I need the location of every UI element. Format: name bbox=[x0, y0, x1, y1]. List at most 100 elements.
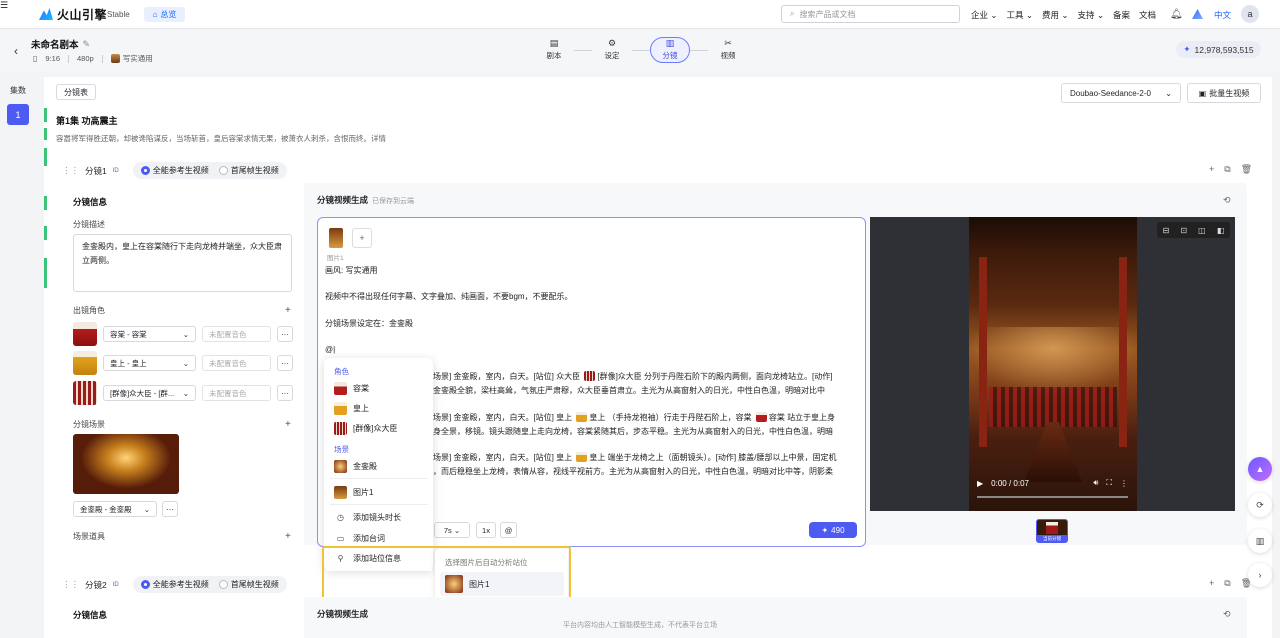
episode-progress-bar bbox=[44, 258, 47, 288]
refresh-icon[interactable]: ⟳ bbox=[1248, 493, 1272, 517]
image-icon[interactable]: ⊡ bbox=[1180, 226, 1187, 235]
voice-select[interactable]: 未配置音色 bbox=[202, 385, 271, 401]
storyboard-table-button[interactable]: 分镜表 bbox=[56, 84, 96, 100]
episode-progress-bar bbox=[44, 196, 47, 210]
add-reference-button[interactable]: + bbox=[352, 228, 372, 248]
language-switch[interactable]: 中文 bbox=[1214, 9, 1231, 21]
shot-desc-input[interactable]: 金銮殿内，皇上在容棠随行下走向龙椅并端坐，众大臣肃立两侧。 bbox=[73, 234, 292, 292]
edit-icon[interactable]: ✎ bbox=[83, 39, 91, 50]
play-icon[interactable]: ▶ bbox=[977, 479, 983, 488]
more-icon[interactable]: ··· bbox=[277, 355, 293, 371]
more-icon[interactable]: ··· bbox=[162, 501, 178, 517]
voice-select[interactable]: 未配置音色 bbox=[202, 326, 271, 342]
role-chip[interactable]: 皇上 bbox=[589, 453, 605, 462]
search-input[interactable]: ⌕ 搜索产品或文档 bbox=[781, 5, 960, 23]
prompt-line: ，而后稳稳坐上龙椅，表情从容，视线平视前方。主光为从高窗射入的日光，中性白色温，… bbox=[433, 467, 833, 476]
model-select[interactable]: Doubao-Seedance-2-0 ⌄ bbox=[1061, 83, 1181, 103]
fullscreen-icon[interactable]: ⛶ bbox=[1106, 478, 1112, 488]
crop-icon[interactable]: ◫ bbox=[1198, 226, 1206, 235]
role-row: 皇上 - 皇上 ⌄ 未配置音色 ··· bbox=[73, 351, 293, 375]
episode-description[interactable]: 容嚣将军得胜还朝，却被谗陷谋反，当场斩首，皇后容棠求情无果，被萧衣人刺杀，含恨而… bbox=[56, 133, 386, 144]
role-select[interactable]: 容棠 - 容棠 ⌄ bbox=[103, 326, 196, 342]
more-icon[interactable]: ··· bbox=[277, 385, 293, 401]
shot-1-header: ⋮⋮ 分镜1 ID 全能参考生视频 首尾帧生视频 bbox=[62, 162, 287, 179]
role-chip[interactable]: 皇上 bbox=[589, 413, 605, 422]
more-vertical-icon[interactable]: ⋮ bbox=[1120, 479, 1128, 488]
dropdown-item-role[interactable]: 容棠 bbox=[334, 378, 369, 398]
frame-icon[interactable]: ⊟ bbox=[1163, 226, 1170, 235]
dropdown-action-duration[interactable]: ◷ 添加镜头时长 bbox=[334, 507, 401, 527]
dropdown-action-dialogue[interactable]: ▭ 添加台词 bbox=[334, 528, 385, 548]
step-storyboard[interactable]: ▥ 分镜 bbox=[650, 37, 690, 63]
nav-tools[interactable]: 工具 ⌄ bbox=[1006, 9, 1032, 21]
storyboard-icon: ▥ bbox=[665, 38, 675, 48]
dropdown-item-image[interactable]: 图片1 bbox=[334, 482, 373, 502]
book-icon[interactable]: ▥ bbox=[1248, 529, 1272, 553]
id-tag[interactable]: ID bbox=[113, 582, 119, 588]
voice-select[interactable]: 未配置音色 bbox=[202, 355, 271, 371]
speed-button[interactable]: 1x bbox=[476, 522, 496, 538]
split-icon[interactable]: ◧ bbox=[1217, 226, 1225, 235]
bell-icon[interactable]: 🔔︎ bbox=[1170, 9, 1183, 20]
avatar[interactable]: a bbox=[1241, 5, 1259, 23]
history-icon[interactable]: ⟲ bbox=[1223, 609, 1231, 620]
chevron-right-icon[interactable]: › bbox=[1248, 563, 1272, 587]
mode-full-reference[interactable]: 全能参考生视频 bbox=[140, 579, 209, 590]
drag-handle-icon[interactable]: ⋮⋮ bbox=[62, 165, 79, 176]
back-icon[interactable]: ‹ bbox=[14, 44, 18, 58]
copy-icon[interactable]: ⧉ bbox=[1224, 578, 1230, 589]
add-icon[interactable]: + bbox=[1209, 578, 1214, 589]
id-tag[interactable]: ID bbox=[113, 168, 119, 174]
ai-assistant-icon[interactable]: ▲ bbox=[1248, 457, 1272, 481]
volume-icon[interactable]: 🔊︎ bbox=[1093, 478, 1098, 488]
video-progress[interactable] bbox=[977, 496, 1128, 498]
step-script[interactable]: ▤ 剧本 bbox=[534, 37, 574, 63]
episode-progress-bar bbox=[44, 148, 47, 166]
batch-generate-button[interactable]: ▣ 批量生视频 bbox=[1187, 83, 1261, 103]
add-role-icon[interactable]: + bbox=[285, 305, 291, 316]
style-tag: 写实通用 bbox=[110, 53, 153, 64]
menu-icon[interactable]: ☰ bbox=[0, 0, 8, 11]
episode-1-button[interactable]: 1 bbox=[7, 104, 29, 125]
role-avatar bbox=[73, 381, 97, 405]
nav-filing[interactable]: 备案 bbox=[1113, 9, 1130, 21]
add-prop-icon[interactable]: + bbox=[285, 531, 291, 542]
role-select[interactable]: 皇上 - 皇上 ⌄ bbox=[103, 355, 196, 371]
role-chip[interactable]: 容棠 bbox=[769, 413, 785, 422]
dropdown-group-roles: 角色 bbox=[334, 367, 349, 376]
credits-badge[interactable]: ✦ 12,978,593,515 bbox=[1176, 41, 1261, 58]
brand-logo[interactable]: 火山引擎 bbox=[39, 7, 107, 22]
drag-handle-icon[interactable]: ⋮⋮ bbox=[62, 579, 79, 590]
volcano-logo-icon bbox=[39, 8, 53, 20]
mention-button[interactable]: @ bbox=[500, 522, 517, 538]
delete-icon[interactable]: 🗑︎ bbox=[1241, 164, 1252, 175]
nav-support[interactable]: 支持 ⌄ bbox=[1077, 9, 1103, 21]
scene-select[interactable]: 金銮殿 - 金銮殿 ⌄ bbox=[73, 501, 157, 517]
role-avatar bbox=[73, 322, 97, 346]
scene-image[interactable] bbox=[73, 434, 179, 494]
add-scene-icon[interactable]: + bbox=[285, 419, 291, 430]
step-video[interactable]: ✂ 视频 bbox=[708, 37, 748, 63]
nav-billing[interactable]: 费用 ⌄ bbox=[1042, 9, 1068, 21]
copy-icon[interactable]: ⧉ bbox=[1224, 164, 1230, 175]
reference-image-thumb[interactable] bbox=[329, 228, 343, 248]
dropdown-item-scene[interactable]: 金銮殿 bbox=[334, 456, 377, 476]
nav-docs[interactable]: 文档 bbox=[1139, 9, 1156, 21]
duration-select[interactable]: 7s ⌄ bbox=[434, 522, 470, 538]
role-chip[interactable]: [群像]众大臣 bbox=[597, 372, 641, 381]
role-select[interactable]: [群像]众大臣 - [群... ⌄ bbox=[103, 385, 196, 401]
dropdown-item-role[interactable]: [群像]众大臣 bbox=[334, 418, 397, 438]
step-settings[interactable]: ⚙ 设定 bbox=[592, 37, 632, 63]
mode-first-last-frame[interactable]: 首尾帧生视频 bbox=[218, 165, 279, 176]
add-icon[interactable]: + bbox=[1209, 164, 1214, 175]
generate-button[interactable]: ✦ 490 bbox=[809, 522, 857, 538]
overview-button[interactable]: ⌂ 总览 bbox=[144, 7, 185, 22]
mode-first-last-frame[interactable]: 首尾帧生视频 bbox=[218, 579, 279, 590]
divider bbox=[330, 478, 428, 479]
mode-full-reference[interactable]: 全能参考生视频 bbox=[140, 165, 209, 176]
dropdown-item-role[interactable]: 皇上 bbox=[334, 398, 369, 418]
history-icon[interactable]: ⟲ bbox=[1223, 195, 1231, 206]
footer-disclaimer: 平台内容均由人工智能模型生成，不代表平台立场 bbox=[563, 622, 717, 629]
nav-enterprise[interactable]: 企业 ⌄ bbox=[971, 9, 997, 21]
more-icon[interactable]: ··· bbox=[277, 326, 293, 342]
